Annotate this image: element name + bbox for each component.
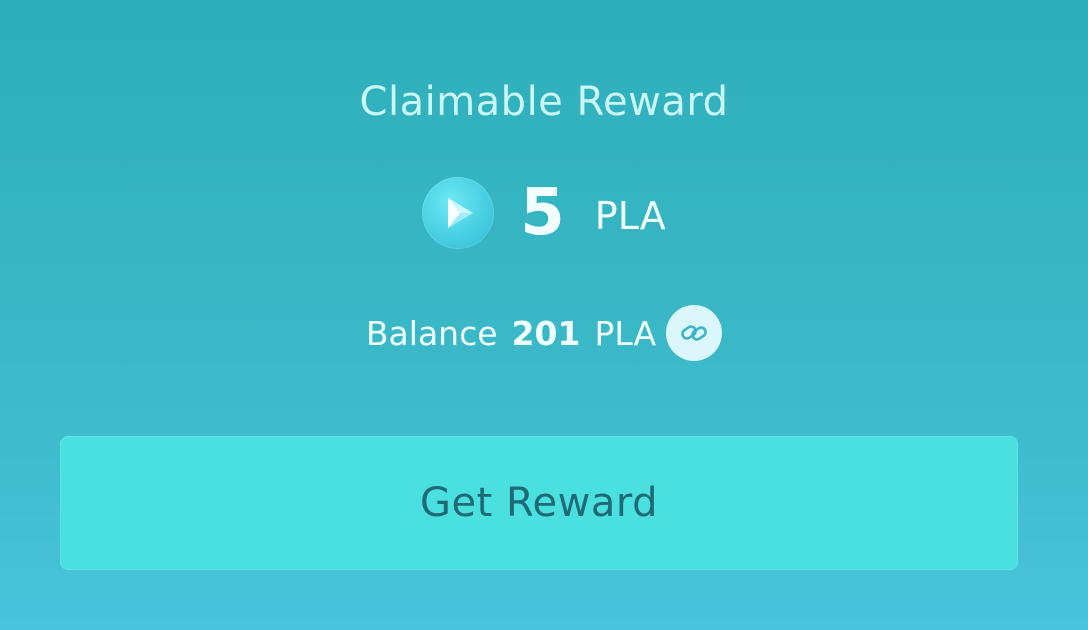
chain-link-button[interactable] [666,305,723,361]
claimable-reward-title: Claimable Reward [359,79,729,125]
balance-row: Balance 201 PLA [0,304,1088,362]
chain-link-icon [681,325,707,341]
get-reward-button[interactable]: Get Reward [60,436,1018,570]
reward-unit: PLA [594,194,666,238]
reward-amount-row: 5 PLA [0,176,1088,250]
balance-unit: PLA [594,313,657,353]
play-token-icon [422,177,495,249]
balance-value: 201 [511,313,581,353]
reward-amount: 5 [520,176,565,250]
get-reward-label: Get Reward [420,480,658,526]
reward-screen: Claimable Reward 5 PLA Balance 201 PLA G… [0,0,1088,630]
balance-label: Balance [365,313,498,353]
